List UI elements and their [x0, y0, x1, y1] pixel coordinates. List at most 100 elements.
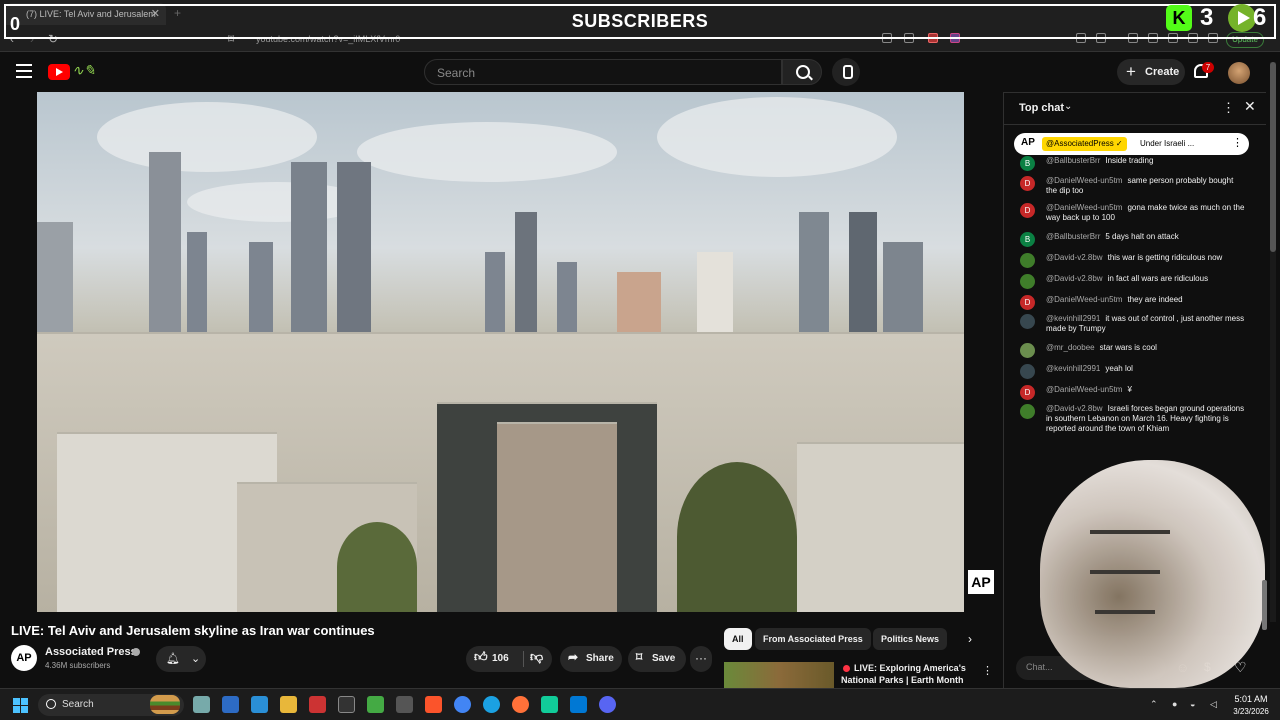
tab-icon[interactable] — [1168, 33, 1178, 43]
chat-message[interactable]: B @BallbusterBrr 5 days halt on attack — [1020, 232, 1245, 247]
chevron-right-icon[interactable]: › — [968, 632, 972, 646]
vscode-icon[interactable] — [570, 696, 587, 713]
recommendation-thumbnail[interactable] — [724, 662, 834, 690]
app-icon[interactable] — [541, 696, 558, 713]
clock-date[interactable]: 3/23/2026 — [1226, 707, 1276, 716]
file-explorer-icon[interactable] — [280, 696, 297, 713]
chat-author-avatar[interactable]: D — [1020, 385, 1035, 400]
chat-message[interactable]: @kevinhill2991 yeah lol — [1020, 364, 1245, 379]
chat-author-avatar[interactable]: B — [1020, 232, 1035, 247]
app-icon[interactable] — [251, 696, 268, 713]
thumbs-up-icon[interactable]: 👍︎ — [474, 649, 488, 665]
chat-message[interactable]: @David-v2.8bw Israeli forces began ground… — [1020, 404, 1245, 434]
reload-icon[interactable]: ↻ — [48, 32, 58, 46]
more-actions-button[interactable]: ··· — [690, 646, 712, 672]
chat-message[interactable]: @David-v2.8bw this war is getting ridicul… — [1020, 253, 1245, 268]
microphone-icon[interactable]: ● — [1172, 699, 1177, 709]
url-field[interactable]: youtube.com/watch?v=_iIMLXfVmr0 — [256, 34, 400, 44]
cast-icon[interactable] — [882, 33, 892, 43]
windows-start-icon[interactable] — [13, 698, 28, 713]
discord-icon[interactable] — [599, 696, 616, 713]
chat-author-name[interactable]: @DanielWeed-un5tm — [1046, 176, 1122, 185]
chip-politics-news[interactable]: Politics News — [873, 628, 948, 650]
chat-author-avatar[interactable]: D — [1020, 295, 1035, 310]
channel-name[interactable]: Associated Press — [45, 646, 137, 658]
subscription-bell-button[interactable]: 🔔︎ ⌄ — [156, 646, 206, 672]
save-button[interactable]: ⌑ Save — [628, 646, 686, 672]
chat-message[interactable]: @kevinhill2991 it was out of control , ju… — [1020, 314, 1245, 334]
create-button[interactable]: + Create — [1117, 59, 1185, 85]
app-icon[interactable] — [309, 696, 326, 713]
youtube-logo-icon[interactable] — [48, 64, 70, 80]
thumbs-down-icon[interactable]: 👎︎ — [530, 649, 543, 665]
share-page-icon[interactable] — [904, 33, 914, 43]
extension-icon[interactable] — [1076, 33, 1086, 43]
chat-author-avatar[interactable] — [1020, 314, 1035, 329]
chat-message[interactable]: D @DanielWeed-un5tm same person probably b… — [1020, 176, 1245, 196]
burger-widget-icon[interactable] — [150, 695, 180, 714]
chat-message[interactable]: B @BallbusterBrr Inside trading — [1020, 156, 1245, 171]
bookmark-icon[interactable]: ⌑ — [228, 32, 234, 46]
app-icon[interactable] — [338, 696, 355, 713]
chat-author-avatar[interactable]: D — [1020, 176, 1035, 191]
account-avatar[interactable] — [1228, 62, 1250, 84]
chat-mode-selector[interactable]: Top chat — [1019, 102, 1064, 114]
chat-author-name[interactable]: @kevinhill2991 — [1046, 314, 1100, 323]
chat-author-avatar[interactable] — [1020, 253, 1035, 268]
chat-message[interactable]: D @DanielWeed-un5tm ¥ — [1020, 385, 1245, 400]
menu-icon[interactable] — [16, 64, 32, 78]
brave-browser-icon[interactable] — [425, 696, 442, 713]
chat-author-name[interactable]: @BallbusterBrr — [1046, 156, 1100, 165]
chat-author-name[interactable]: @DanielWeed-un5tm — [1046, 203, 1122, 212]
chat-scrollbar-thumb[interactable] — [1270, 62, 1276, 252]
chat-author-avatar[interactable] — [1020, 343, 1035, 358]
chat-author-name[interactable]: @DanielWeed-un5tm — [1046, 385, 1122, 394]
close-icon[interactable]: ✕ — [1244, 98, 1256, 115]
chat-author-name[interactable]: @David-v2.8bw — [1046, 404, 1103, 413]
chat-message[interactable]: D @DanielWeed-un5tm gona make twice as muc… — [1020, 203, 1245, 223]
forward-icon[interactable]: › — [30, 32, 34, 46]
brave-shields-icon[interactable] — [928, 33, 938, 43]
more-vertical-icon[interactable]: ⋮ — [1222, 100, 1235, 116]
chat-author-name[interactable]: @David-v2.8bw — [1046, 253, 1103, 262]
chat-author-name[interactable]: @kevinhill2991 — [1046, 364, 1100, 373]
chat-author-avatar[interactable] — [1020, 404, 1035, 419]
like-count[interactable]: 106 — [492, 653, 509, 664]
network-icon[interactable]: ◒ — [1190, 699, 1195, 709]
copilot-icon[interactable] — [193, 696, 210, 713]
app-icon[interactable] — [367, 696, 384, 713]
share-button[interactable]: ➦ Share — [560, 646, 622, 672]
doodle-logo-icon[interactable]: ∿✎ — [72, 62, 108, 82]
chat-author-avatar[interactable]: B — [1020, 156, 1035, 171]
chat-author-name[interactable]: @mr_doobee — [1046, 343, 1095, 352]
wallet-icon[interactable] — [1188, 33, 1198, 43]
search-input[interactable]: Search — [424, 59, 782, 85]
rewards-icon[interactable] — [950, 33, 960, 43]
tray-chevron-icon[interactable]: ⌃ — [1150, 699, 1158, 710]
chip-all[interactable]: All — [724, 628, 752, 650]
edge-icon[interactable] — [483, 696, 500, 713]
extension-icon[interactable] — [1096, 33, 1106, 43]
more-vertical-icon[interactable]: ⋮ — [1232, 136, 1243, 149]
chevron-down-icon[interactable]: ⌄ — [1064, 101, 1072, 112]
sidebar-icon[interactable] — [1148, 33, 1158, 43]
chat-message[interactable]: @mr_doobee star wars is cool — [1020, 343, 1245, 358]
volume-icon[interactable]: ◁ — [1210, 699, 1217, 710]
channel-avatar[interactable]: AP — [11, 645, 37, 671]
clock-time[interactable]: 5:01 AM — [1231, 694, 1271, 704]
page-scrollbar-thumb[interactable] — [1262, 580, 1267, 630]
more-vertical-icon[interactable]: ⋮ — [982, 664, 993, 677]
pinned-message[interactable]: AP @AssociatedPress ✓ Under Israeli ... … — [1014, 133, 1249, 155]
chat-author-name[interactable]: @David-v2.8bw — [1046, 274, 1103, 283]
chat-author-avatar[interactable] — [1020, 274, 1035, 289]
chat-message[interactable]: D @DanielWeed-un5tm they are indeed — [1020, 295, 1245, 310]
chrome-icon[interactable] — [454, 696, 471, 713]
microphone-icon[interactable] — [832, 58, 860, 86]
vpn-icon[interactable] — [1208, 33, 1218, 43]
chat-message[interactable]: @David-v2.8bw in fact all wars are ridicu… — [1020, 274, 1245, 289]
chip-from-associated-press[interactable]: From Associated Press — [755, 628, 871, 650]
update-button[interactable]: Update — [1226, 32, 1264, 48]
media-icon[interactable] — [1128, 33, 1138, 43]
chat-author-name[interactable]: @DanielWeed-un5tm — [1046, 295, 1122, 304]
chat-author-avatar[interactable] — [1020, 364, 1035, 379]
